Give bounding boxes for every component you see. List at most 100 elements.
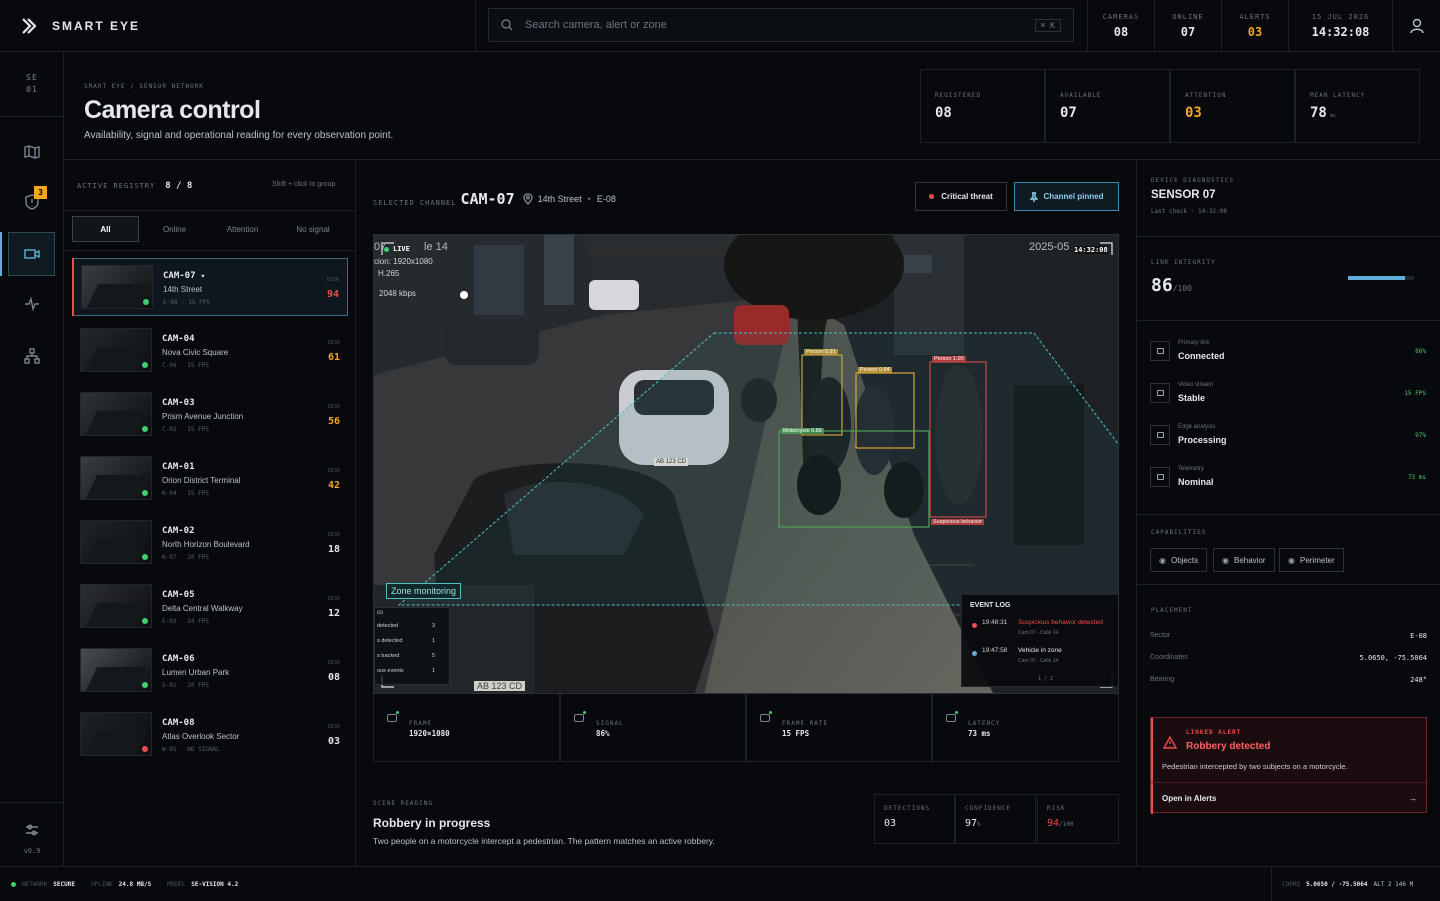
status-dot — [142, 618, 148, 624]
plate-b: AB 123 CD — [474, 681, 526, 691]
metric-icon-dot — [583, 711, 586, 714]
filter-attention[interactable]: Attention — [209, 216, 276, 242]
metric-label: LATENCY — [968, 720, 1001, 727]
linked-alert: LINKED ALERT Robbery detected Pedestrian… — [1150, 717, 1428, 814]
camera-row[interactable]: CAM-04 Nova Civic Square C-06 · 15 FPS RISK… — [72, 322, 348, 380]
status-dot — [142, 682, 148, 688]
uplink-value: 24.8 MB/S — [118, 881, 152, 888]
integrity-bar — [1348, 276, 1414, 280]
risk-label: RISK — [327, 660, 340, 666]
camera-row[interactable]: CAM-07 ✦ 14th Street E-08 · 15 FPS RISK 94 — [72, 258, 348, 316]
camera-row[interactable]: CAM-08 Atlas Overlook Sector W-05 · NO SIG… — [72, 706, 348, 764]
camera-icon — [23, 249, 40, 259]
network-label: NETWORK — [22, 881, 48, 888]
event-text: Vehicle in zone — [1018, 647, 1062, 654]
channel-label: SELECTED CHANNEL — [373, 199, 457, 207]
nav-network[interactable] — [0, 334, 64, 378]
top-stat-label: 15 JUL 2026 — [1311, 13, 1370, 21]
metric-signal: SIGNAL 86% — [560, 694, 746, 762]
link-label: Primary link — [1178, 340, 1210, 346]
camera-meta: E-03 · 24 FPS — [162, 618, 209, 625]
kpi-label: MEAN LATENCY — [1310, 92, 1366, 99]
camera-row[interactable]: CAM-06 Lumen Urban Park S-01 · 20 FPS RISK 0… — [72, 642, 348, 700]
kpi-value-row: 07 — [1060, 105, 1155, 121]
scene-stat-unit: /100 — [1059, 821, 1074, 828]
metric-value: 15 FPS — [782, 729, 810, 738]
model-value: SE-VISION 4.2 — [191, 881, 239, 888]
link-value: Processing — [1178, 435, 1227, 445]
user-icon — [1409, 18, 1424, 34]
nav-telemetry[interactable] — [0, 282, 64, 326]
risk-value: 94 — [326, 289, 339, 300]
brand[interactable]: SMART EYE — [0, 0, 476, 52]
location-icon — [522, 193, 533, 205]
metric-value: 86% — [596, 729, 610, 738]
placement-label: PLACEMENT — [1151, 607, 1193, 614]
settings-button[interactable] — [0, 808, 64, 852]
nav-map[interactable] — [0, 130, 64, 174]
search-placeholder: Search camera, alert or zone — [525, 19, 667, 31]
event-dot — [972, 623, 977, 628]
registry-label: ACTIVE REGISTRY — [77, 182, 156, 190]
placement-key: Sector — [1150, 632, 1171, 639]
rail-code: SE 01 — [0, 72, 64, 96]
filter-online[interactable]: Online — [141, 216, 208, 242]
eye-icon: ◉ — [1288, 555, 1295, 565]
event-log: EVENT LOG 19:48:31 Suspicious behavior de… — [961, 594, 1118, 687]
detection-label: Person 0.91 — [804, 349, 838, 355]
capability-perimeter[interactable]: ◉ Perimeter — [1279, 548, 1344, 572]
camera-row[interactable]: CAM-03 Prism Avenue Junction C-02 · 15 FPS… — [72, 386, 348, 444]
camera-row[interactable]: CAM-05 Delta Central Walkway E-03 · 24 FPS… — [72, 578, 348, 636]
metric-label: FRAME — [409, 720, 433, 727]
link-telemetry: Telemetry Nominal 73 ms — [1150, 464, 1426, 494]
separator-dot: • — [587, 194, 591, 204]
nav-alerts[interactable]: 3 — [0, 180, 64, 224]
event-sub: Cam 07 - Calle 14 — [1018, 658, 1059, 664]
integrity-unit: /100 — [1172, 284, 1192, 293]
clock-icon — [946, 714, 956, 722]
nav-cameras[interactable] — [8, 232, 55, 276]
kpi-value-row: 03 — [1185, 105, 1280, 121]
coord-label: COORD — [1282, 881, 1301, 888]
user-button[interactable] — [1392, 0, 1440, 52]
stream-bitrate: 2048 kbps — [379, 289, 416, 298]
scene-stat: RISK 94/100 — [1037, 794, 1119, 844]
icon-glyph — [1156, 432, 1164, 438]
channel-location: 14th Street — [537, 194, 582, 204]
page-subtitle: Availability, signal and operational rea… — [84, 130, 394, 141]
camera-id-row: CAM-02 — [162, 526, 195, 536]
arrow-right-icon: → — [1409, 793, 1417, 803]
channel-sector: E-08 — [596, 194, 616, 204]
risk-value: 18 — [327, 544, 340, 555]
threat-dot — [929, 194, 935, 199]
metric-icon-dot — [396, 711, 399, 714]
camera-meta: W-05 · NO SIGNAL — [162, 746, 220, 753]
scene-text: Two people on a motorcycle intercept a p… — [373, 836, 715, 846]
channel-pinned-button[interactable]: Channel pinned — [1014, 182, 1119, 211]
scene-title: Robbery in progress — [373, 816, 491, 830]
search-input[interactable]: Search camera, alert or zone ⌘ K — [488, 8, 1074, 42]
kpi-card: REGISTERED 08 — [920, 69, 1045, 143]
alert-text: Pedestrian intercepted by two subjects o… — [1162, 762, 1348, 771]
kpi-unit: ms — [1329, 113, 1336, 119]
filter-no-signal[interactable]: No signal — [278, 216, 348, 242]
camera-name: 14th Street — [163, 285, 203, 294]
critical-threat-button[interactable]: Critical threat — [915, 182, 1007, 211]
camera-id-row: CAM-06 — [162, 654, 195, 664]
scene-stat-label: RISK — [1047, 805, 1066, 812]
camera-row[interactable]: CAM-01 Orion District Terminal N-04 · 15 F… — [72, 450, 348, 508]
camera-meta: C-06 · 15 FPS — [162, 362, 209, 369]
open-in-alerts-button[interactable]: Open in Alerts → — [1151, 783, 1428, 813]
open-in-alerts-label: Open in Alerts — [1162, 793, 1217, 803]
capability-behavior[interactable]: ◉ Behavior — [1213, 548, 1275, 572]
camera-id: CAM-07 — [163, 271, 196, 281]
status-dot — [143, 299, 149, 305]
capability-objects[interactable]: ◉ Objects — [1150, 548, 1208, 572]
filter-all[interactable]: All — [72, 216, 139, 242]
camera-feed[interactable]: Person 0.91 Person 0.94 Person 1.00 Motorcy… — [373, 234, 1119, 694]
camera-row[interactable]: CAM-02 North Horizon Boulevard N-07 · 20 F… — [72, 514, 348, 572]
stats-title: cs — [377, 610, 383, 616]
kpi-value: 07 — [1060, 105, 1077, 121]
overlay-stat-row: ous events 1 — [375, 663, 449, 678]
risk-value: 42 — [327, 480, 340, 491]
